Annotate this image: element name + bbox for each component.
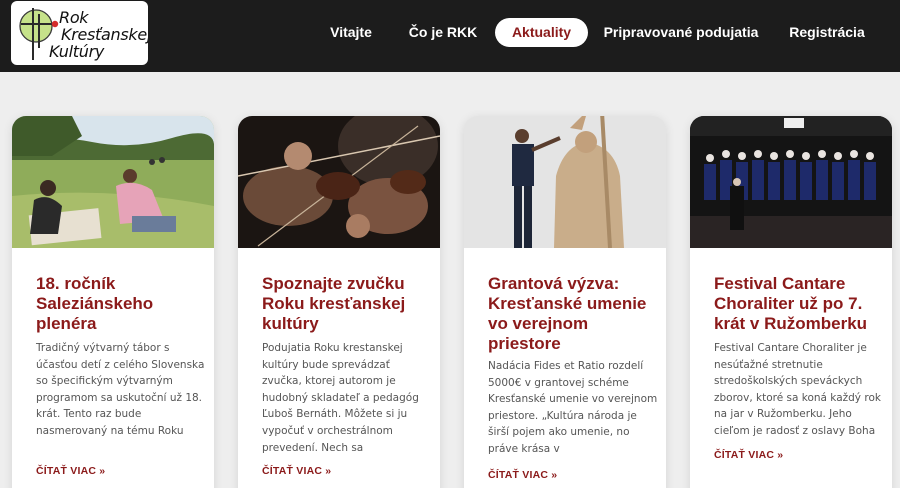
logo-wordmark: Rok Kresťanskej Kultúry xyxy=(49,8,148,60)
post-excerpt: Podujatia Roku krestanskej kultúry bude … xyxy=(262,342,419,454)
nav-vitajte[interactable]: Vitajte xyxy=(318,18,384,47)
post-image-children-painting[interactable] xyxy=(12,116,214,248)
post-card: Grantová výzva: Kresťanské umenie vo ver… xyxy=(464,116,666,488)
post-card: Spoznajte zvučku Roku kresťanskej kultúr… xyxy=(238,116,440,488)
nav-registracia[interactable]: Registrácia xyxy=(780,18,874,47)
logo-line-2: Kresťanskej xyxy=(61,25,148,44)
post-excerpt: Festival Cantare Choraliter je nesúťažné… xyxy=(714,342,881,437)
post-image-violinists[interactable] xyxy=(238,116,440,248)
nav-co-je-rkk[interactable]: Čo je RKK xyxy=(404,18,482,47)
post-image-choir[interactable] xyxy=(690,116,892,248)
read-more-link[interactable]: ČÍTAŤ VIAC » xyxy=(488,469,557,481)
site-header: Rok Kresťanskej Kultúry Vitajte Čo je RK… xyxy=(0,0,900,72)
read-more-link[interactable]: ČÍTAŤ VIAC » xyxy=(36,465,105,477)
post-excerpt: Tradičný výtvarný tábor s účasťou detí z… xyxy=(36,342,205,437)
post-title[interactable]: Festival Cantare Choraliter už po 7. krá… xyxy=(714,274,886,334)
read-more-link[interactable]: ČÍTAŤ VIAC » xyxy=(714,449,783,461)
nav-pripravovane-podujatia[interactable]: Pripravované podujatia xyxy=(600,18,762,47)
post-excerpt: Nadácia Fides et Ratio rozdelí 5000€ v g… xyxy=(488,360,658,455)
post-title[interactable]: Grantová výzva: Kresťanské umenie vo ver… xyxy=(488,274,660,354)
post-image-statue-sculptor[interactable] xyxy=(464,116,666,248)
post-title[interactable]: 18. ročník Saleziánskeho plenéra xyxy=(36,274,208,334)
post-card: 18. ročník Saleziánskeho plenéra Tradičn… xyxy=(12,116,214,488)
post-title[interactable]: Spoznajte zvučku Roku kresťanskej kultúr… xyxy=(262,274,434,334)
logo-line-1: Rok xyxy=(59,8,89,27)
logo-line-3: Kultúry xyxy=(49,42,105,61)
site-logo[interactable]: Rok Kresťanskej Kultúry xyxy=(11,1,148,65)
post-card: Festival Cantare Choraliter už po 7. krá… xyxy=(690,116,892,488)
read-more-link[interactable]: ČÍTAŤ VIAC » xyxy=(262,465,331,477)
nav-aktuality[interactable]: Aktuality xyxy=(495,18,588,47)
